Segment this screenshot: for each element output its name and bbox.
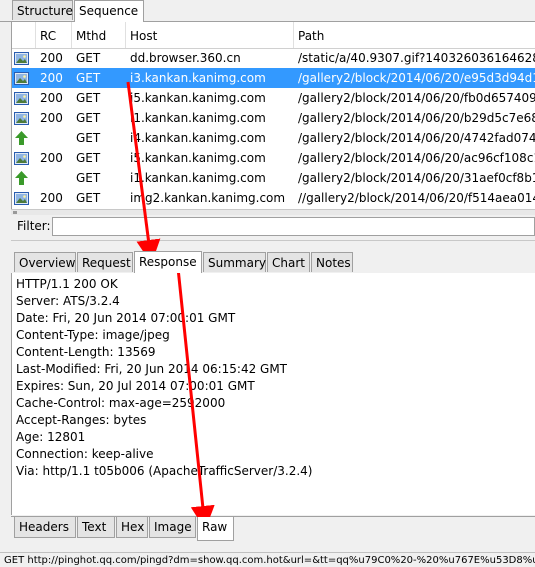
cell-method: GET (76, 191, 101, 205)
tab-request[interactable]: Request (77, 252, 133, 272)
image-icon (14, 71, 29, 85)
cell-rc: 200 (40, 91, 63, 105)
arrow-up-icon (14, 131, 29, 145)
column-header-rc[interactable]: RC (36, 22, 72, 48)
scrollbar-thumb[interactable] (13, 211, 17, 214)
detail-tab-bar: Overview Request Response Summary Chart … (11, 251, 535, 274)
request-list-header: RC Mthd Host Path (12, 22, 535, 49)
table-row[interactable]: 200 GET i3.kankan.kanimg.com/gallery2/bloc… (12, 68, 535, 88)
table-row[interactable]: GET i1.kankan.kanimg.com/gallery2/block/2… (12, 168, 535, 188)
response-header-line: HTTP/1.1 200 OK (16, 277, 118, 291)
image-icon (14, 91, 29, 105)
image-icon (14, 191, 29, 205)
cell-path: /static/a/40.9307.gif?14032603616462870 (298, 51, 535, 65)
response-headers-view[interactable]: HTTP/1.1 200 OK Server: ATS/3.2.4 Date: Fr… (11, 273, 535, 515)
cell-path: /gallery2/block/2014/06/20/fb0d6574094 (298, 91, 535, 105)
image-icon (14, 111, 29, 125)
cell-method: GET (76, 171, 101, 185)
tab-structure[interactable]: Structure (12, 0, 73, 20)
response-view-tab-bar: Headers Text Hex Image Raw (11, 516, 535, 541)
cell-host: i4.kankan.kanimg.com (130, 131, 266, 145)
cell-host: i5.kankan.kanimg.com (130, 151, 266, 165)
status-bar: GET http://pinghot.qq.com/pingd?dm=show.… (0, 552, 535, 567)
top-tab-bar: Structure Sequence (0, 0, 535, 22)
response-header-line: Last-Modified: Fri, 20 Jun 2014 06:15:42… (16, 362, 288, 376)
response-header-line: Expires: Sun, 20 Jul 2014 07:00:01 GMT (16, 379, 255, 393)
cell-method: GET (76, 151, 101, 165)
tab-hex[interactable]: Hex (116, 517, 148, 538)
cell-method: GET (76, 131, 101, 145)
tab-summary[interactable]: Summary (203, 252, 266, 272)
table-row[interactable]: 200 GET dd.browser.360.cn/static/a/40.9307… (12, 48, 535, 68)
column-header-host[interactable]: Host (126, 22, 294, 48)
response-header-line: Date: Fri, 20 Jun 2014 07:00:01 GMT (16, 311, 236, 325)
cell-method: GET (76, 71, 101, 85)
response-header-line: Accept-Ranges: bytes (16, 413, 147, 427)
cell-host: i1.kankan.kanimg.com (130, 111, 266, 125)
table-row[interactable]: 200 GET i1.kankan.kanimg.com/gallery2/bloc… (12, 108, 535, 128)
filter-bar: Filter: (11, 215, 535, 239)
image-icon (14, 151, 29, 165)
tab-text[interactable]: Text (77, 517, 115, 538)
column-header-method[interactable]: Mthd (72, 22, 126, 48)
filter-input[interactable] (52, 217, 535, 236)
cell-host: i5.kankan.kanimg.com (130, 91, 266, 105)
cell-path: /gallery2/block/2014/06/20/b29d5c7e681 (298, 111, 535, 125)
response-header-line: Via: http/1.1 t05b006 (ApacheTrafficServ… (16, 464, 313, 478)
filter-label: Filter: (17, 219, 51, 233)
tab-sequence[interactable]: Sequence (74, 0, 144, 22)
cell-rc: 200 (40, 111, 63, 125)
tab-response[interactable]: Response (134, 251, 202, 273)
cell-method: GET (76, 51, 101, 65)
cell-path: /gallery2/block/2014/06/20/4742fad074a2 (298, 131, 535, 145)
table-row[interactable]: 200 GET img2.kankan.kanimg.com //gallery2/b… (12, 188, 535, 208)
column-header-icon (12, 22, 36, 48)
cell-rc (36, 168, 72, 188)
cell-rc: 200 (40, 51, 63, 65)
cell-rc: 200 (40, 191, 63, 205)
response-header-line: Content-Length: 13569 (16, 345, 156, 359)
cell-path: //gallery2/block/2014/06/20/f514aea0146 (298, 191, 535, 205)
column-header-path[interactable]: Path (294, 22, 535, 48)
response-header-line: Cache-Control: max-age=2592000 (16, 396, 226, 410)
cell-rc: 200 (40, 71, 63, 85)
request-list: RC Mthd Host Path 200 GET dd.browser.360.c… (11, 22, 535, 212)
cell-host: i3.kankan.kanimg.com (130, 71, 266, 85)
image-icon (14, 51, 29, 65)
tab-overview[interactable]: Overview (14, 252, 76, 272)
cell-path: /gallery2/block/2014/06/20/31aef0cf8b18 (298, 171, 535, 185)
response-header-line: Server: ATS/3.2.4 (16, 294, 120, 308)
response-header-line: Age: 12801 (16, 430, 86, 444)
table-row[interactable]: 200 GET i5.kankan.kanimg.com/gallery2/bloc… (12, 148, 535, 168)
pane-splitter[interactable] (11, 240, 535, 251)
cell-method: GET (76, 91, 101, 105)
tab-image[interactable]: Image (149, 517, 196, 538)
cell-rc: 200 (40, 151, 63, 165)
cell-host: img2.kankan.kanimg.com (130, 191, 286, 205)
response-header-line: Connection: keep-alive (16, 447, 154, 461)
tab-notes[interactable]: Notes (311, 252, 353, 272)
arrow-up-icon (14, 171, 29, 185)
tab-raw[interactable]: Raw (197, 517, 234, 541)
cell-host: dd.browser.360.cn (130, 51, 241, 65)
cell-method: GET (76, 111, 101, 125)
tab-chart[interactable]: Chart (267, 252, 310, 272)
tab-headers[interactable]: Headers (14, 517, 76, 538)
table-row[interactable]: GET i4.kankan.kanimg.com/gallery2/block/2… (12, 128, 535, 148)
cell-path: /gallery2/block/2014/06/20/e95d3d94d1f (298, 71, 535, 85)
cell-host: i1.kankan.kanimg.com (130, 171, 266, 185)
response-header-line: Content-Type: image/jpeg (16, 328, 170, 342)
table-row[interactable]: 200 GET i5.kankan.kanimg.com/gallery2/bloc… (12, 88, 535, 108)
cell-rc (36, 128, 72, 148)
cell-path: /gallery2/block/2014/06/20/ac96cf108c1c (298, 151, 535, 165)
